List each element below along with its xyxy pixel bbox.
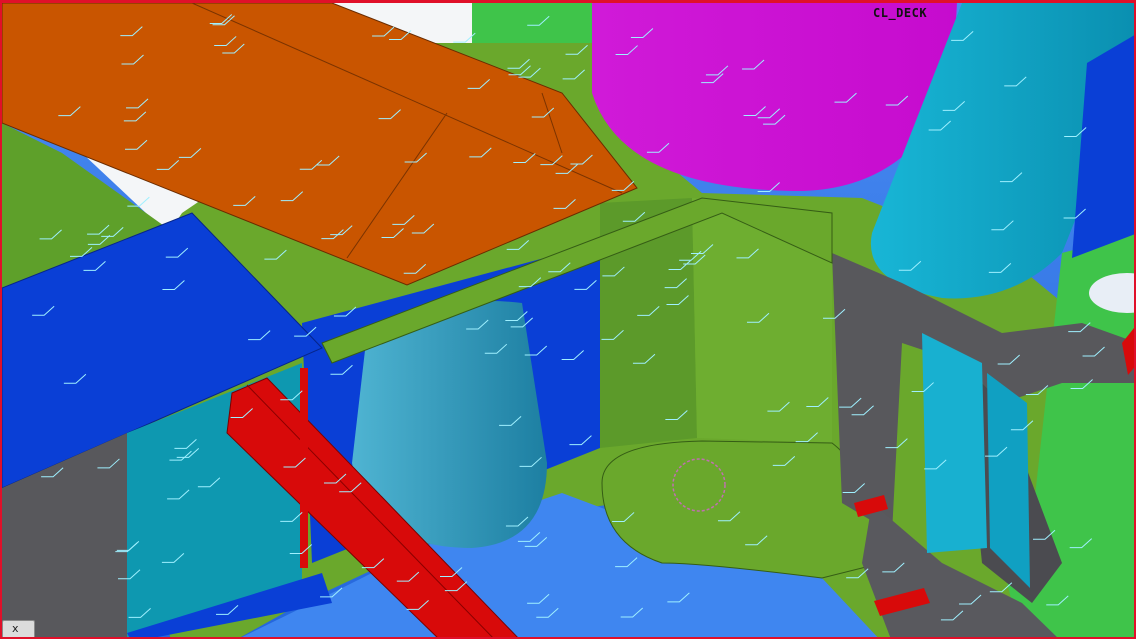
3d-model-viewport[interactable]: CL_DECK x — [0, 0, 1136, 639]
plane-label: CL_DECK — [873, 6, 928, 20]
cyan-stiffener-left — [922, 333, 987, 553]
red-stiffener — [300, 368, 308, 568]
model-scene[interactable] — [2, 3, 1136, 639]
close-tab-button[interactable]: x — [2, 620, 35, 637]
